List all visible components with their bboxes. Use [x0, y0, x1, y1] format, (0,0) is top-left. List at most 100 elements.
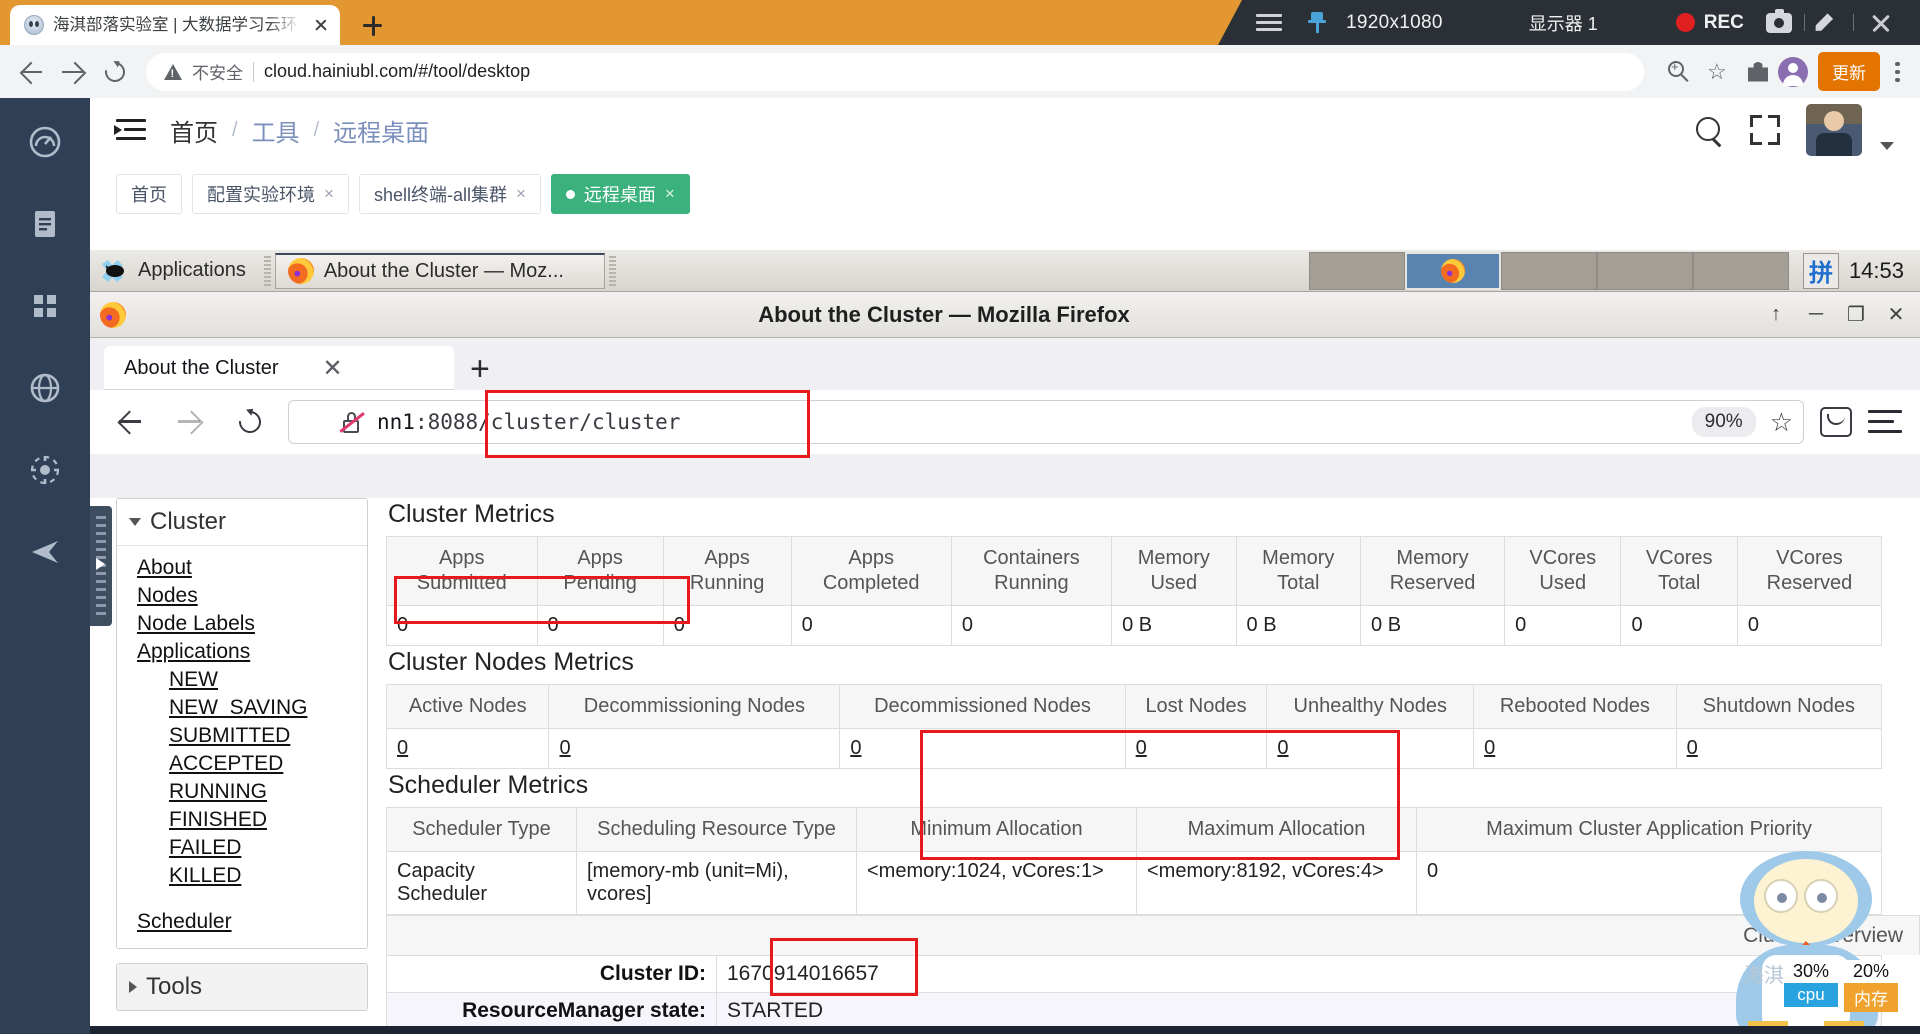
taskbar-window-button[interactable]: About the Cluster — Moz... — [274, 252, 605, 289]
nav-link-new-saving[interactable]: NEW_SAVING — [117, 694, 367, 722]
tab-home[interactable]: 首页 — [116, 174, 182, 214]
nav-link-scheduler[interactable]: Scheduler — [117, 908, 367, 936]
cell-decommissioned-nodes[interactable]: 0 — [839, 728, 1126, 769]
nav-link-about[interactable]: About — [117, 554, 367, 582]
tools-group-label: Tools — [146, 973, 203, 1000]
close-icon[interactable]: × — [665, 184, 675, 204]
memory-usage-badge: 20% 内存 — [1844, 960, 1898, 1012]
update-button[interactable]: 更新 — [1818, 52, 1880, 91]
panel-grip[interactable] — [263, 255, 271, 286]
nav-link-failed[interactable]: FAILED — [117, 834, 367, 862]
bookmark-star-icon[interactable]: ☆ — [1698, 52, 1738, 92]
tab-configure-env[interactable]: 配置实验环境 × — [192, 174, 349, 214]
nav-link-killed[interactable]: KILLED — [117, 862, 367, 890]
cell-scheduling-resource-type: [memory-mb (unit=Mi), vcores] — [576, 851, 857, 915]
forward-button[interactable] — [168, 400, 212, 444]
tab-remote-desktop[interactable]: 远程桌面 × — [550, 174, 690, 214]
insecure-warning-icon — [164, 63, 182, 80]
search-icon[interactable] — [1694, 115, 1724, 145]
nav-link-nodes[interactable]: Nodes — [117, 582, 367, 610]
firefox-new-tab-button[interactable]: + — [460, 352, 500, 390]
back-button[interactable] — [10, 51, 52, 93]
nav-link-running[interactable]: RUNNING — [117, 778, 367, 806]
shield-icon[interactable] — [305, 410, 325, 434]
table-row: Cluster ID: 1670914016657 — [386, 955, 1882, 993]
nav-link-new[interactable]: NEW — [117, 666, 367, 694]
collapse-sidebar-icon[interactable] — [114, 118, 146, 142]
zoom-icon[interactable] — [1658, 52, 1698, 92]
nav-link-finished[interactable]: FINISHED — [117, 806, 367, 834]
cell-unhealthy-nodes[interactable]: 0 — [1266, 728, 1475, 769]
reload-button[interactable] — [228, 400, 272, 444]
minimize-button[interactable]: ─ — [1802, 301, 1830, 329]
address-bar[interactable]: 不安全 cloud.hainiubl.com/#/tool/desktop — [146, 52, 1644, 91]
record-label[interactable]: REC — [1704, 12, 1744, 34]
zoom-level-badge[interactable]: 90% — [1691, 407, 1756, 437]
cell-decommissioning-nodes[interactable]: 0 — [548, 728, 841, 769]
sidebar-item-globe[interactable] — [23, 366, 67, 410]
nav-link-accepted[interactable]: ACCEPTED — [117, 750, 367, 778]
pencil-icon[interactable] — [1817, 11, 1841, 35]
cell-lost-nodes[interactable]: 0 — [1124, 728, 1268, 769]
sidebar-item-send[interactable] — [23, 530, 67, 574]
camera-icon[interactable] — [1765, 8, 1792, 33]
cluster-group-header[interactable]: Cluster — [117, 499, 367, 545]
th-maximum-cluster-application-priority: Maximum Cluster Application Priority — [1416, 807, 1882, 852]
cell-active-nodes[interactable]: 0 — [385, 728, 550, 769]
table-row: 0 0 0 0 0 0 B 0 B 0 B 0 0 0 — [386, 605, 1883, 646]
sidebar-item-apps[interactable] — [23, 284, 67, 328]
workspace-5[interactable] — [1692, 251, 1789, 290]
workspace-3[interactable] — [1500, 251, 1597, 290]
close-button[interactable]: ✕ — [1882, 301, 1910, 329]
nav-link-node-labels[interactable]: Node Labels — [117, 610, 367, 638]
extensions-puzzle-icon[interactable] — [1738, 52, 1778, 92]
save-to-pocket-icon[interactable] — [1820, 407, 1852, 437]
pin-icon[interactable] — [1304, 10, 1330, 36]
nav-link-submitted[interactable]: SUBMITTED — [117, 722, 367, 750]
maximize-button[interactable]: ❐ — [1842, 301, 1870, 329]
workspace-4[interactable] — [1596, 251, 1693, 290]
remote-desktop-viewport[interactable]: Applications About the Cluster — Moz... … — [90, 250, 1920, 1034]
insecure-lock-icon[interactable] — [339, 409, 365, 435]
cell-rebooted-nodes[interactable]: 0 — [1473, 728, 1677, 769]
sidebar-item-dashboard[interactable] — [23, 120, 67, 164]
recorder-menu-icon[interactable] — [1256, 13, 1282, 32]
reload-button[interactable] — [94, 51, 136, 93]
close-icon[interactable]: × — [324, 184, 334, 204]
avatar[interactable] — [1806, 104, 1862, 156]
applications-menu[interactable]: Applications — [90, 250, 260, 292]
close-icon[interactable] — [1868, 10, 1894, 36]
firefox-address-bar[interactable]: nn1:8088/cluster/cluster 90% ☆ — [288, 400, 1804, 444]
panel-grip[interactable] — [608, 255, 616, 286]
close-icon[interactable] — [310, 14, 332, 36]
fullscreen-icon[interactable] — [1750, 115, 1780, 145]
nav-link-applications[interactable]: Applications — [117, 638, 367, 666]
workspace-switcher[interactable] — [1308, 250, 1789, 292]
firefox-menu-icon[interactable] — [1868, 409, 1902, 435]
chrome-tab[interactable]: 海淇部落实验室 | 大数据学习云环 — [10, 5, 340, 45]
ime-indicator[interactable]: 拼 — [1802, 252, 1839, 289]
chevron-down-icon[interactable] — [1880, 142, 1894, 150]
firefox-tab[interactable]: About the Cluster ✕ — [104, 346, 454, 390]
firefox-titlebar[interactable]: About the Cluster — Mozilla Firefox ↑ ─ … — [90, 292, 1920, 338]
close-icon[interactable]: ✕ — [323, 354, 343, 383]
breadcrumb-section[interactable]: 工具 — [252, 113, 300, 148]
cell-shutdown-nodes[interactable]: 0 — [1675, 728, 1883, 769]
profile-avatar[interactable] — [1778, 56, 1808, 87]
sidebar-toggle-handle[interactable] — [90, 506, 112, 626]
breadcrumb-home[interactable]: 首页 — [170, 113, 218, 148]
workspace-1[interactable] — [1308, 251, 1405, 290]
breadcrumb-current[interactable]: 远程桌面 — [333, 113, 429, 148]
sidebar-item-documents[interactable] — [23, 202, 67, 246]
workspace-2-active[interactable] — [1404, 251, 1501, 290]
close-icon[interactable]: × — [516, 184, 526, 204]
chrome-menu-icon[interactable] — [1884, 55, 1910, 89]
shade-button[interactable]: ↑ — [1762, 301, 1790, 329]
tools-group-header[interactable]: Tools — [117, 964, 367, 1010]
bookmark-star-icon[interactable]: ☆ — [1770, 407, 1793, 438]
new-tab-button[interactable] — [355, 9, 389, 41]
sidebar-item-cluster[interactable] — [23, 448, 67, 492]
tab-shell-terminal[interactable]: shell终端-all集群 × — [358, 174, 541, 214]
back-button[interactable] — [108, 400, 152, 444]
forward-button[interactable] — [52, 51, 94, 93]
